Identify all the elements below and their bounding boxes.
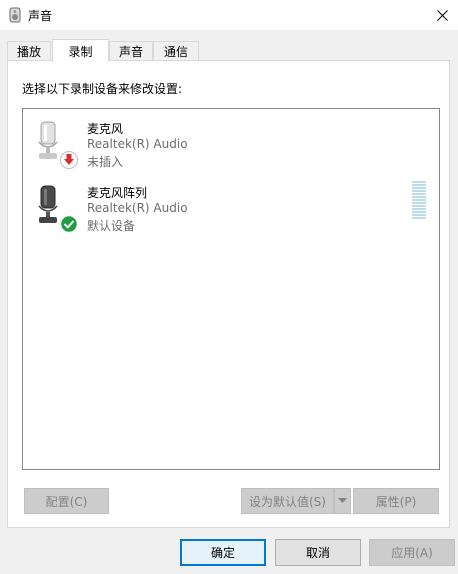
device-status: 默认设备 (87, 219, 136, 233)
title-bar: 声音 (0, 0, 458, 30)
recording-panel: 选择以下录制设备来修改设置: 麦克风 Realtek(R) Audio 未插入 (7, 60, 450, 528)
chevron-down-icon (338, 498, 347, 503)
microphone-icon (38, 185, 79, 234)
device-driver: Realtek(R) Audio (87, 137, 188, 151)
properties-button[interactable]: 属性(P) (353, 488, 439, 514)
unplugged-badge-icon (60, 151, 78, 169)
recording-device-list[interactable]: 麦克风 Realtek(R) Audio 未插入 麦克风阵列 Realtek(R… (22, 108, 440, 470)
tab-label: 播放 (16, 45, 41, 59)
device-name: 麦克风 (87, 122, 124, 136)
set-default-button[interactable]: 设为默认值(S) (241, 488, 334, 514)
tab-label: 录制 (68, 44, 93, 59)
ok-button[interactable]: 确定 (180, 539, 266, 566)
tab-playback[interactable]: 播放 (7, 41, 51, 61)
device-name: 麦克风阵列 (87, 186, 148, 200)
device-item-microphone-array[interactable]: 麦克风阵列 Realtek(R) Audio 默认设备 (35, 184, 415, 240)
close-icon (436, 9, 448, 21)
tab-sounds[interactable]: 声音 (109, 41, 153, 61)
window-title: 声音 (28, 9, 53, 23)
microphone-icon (38, 121, 78, 169)
speaker-icon (9, 7, 21, 23)
tab-recording[interactable]: 录制 (52, 39, 109, 62)
cancel-button[interactable]: 取消 (275, 539, 361, 566)
device-status: 未插入 (87, 155, 124, 169)
tab-communications[interactable]: 通信 (153, 41, 199, 61)
close-button[interactable] (426, 0, 458, 30)
instruction-label: 选择以下录制设备来修改设置: (22, 82, 183, 96)
tab-label: 通信 (163, 45, 188, 59)
level-meter (412, 181, 426, 221)
default-check-badge-icon (59, 214, 79, 234)
tab-label: 声音 (118, 45, 143, 59)
device-item-microphone[interactable]: 麦克风 Realtek(R) Audio 未插入 (35, 120, 415, 176)
device-driver: Realtek(R) Audio (87, 201, 188, 215)
set-default-dropdown[interactable] (334, 488, 351, 514)
configure-button[interactable]: 配置(C) (24, 488, 109, 514)
apply-button[interactable]: 应用(A) (369, 539, 455, 566)
